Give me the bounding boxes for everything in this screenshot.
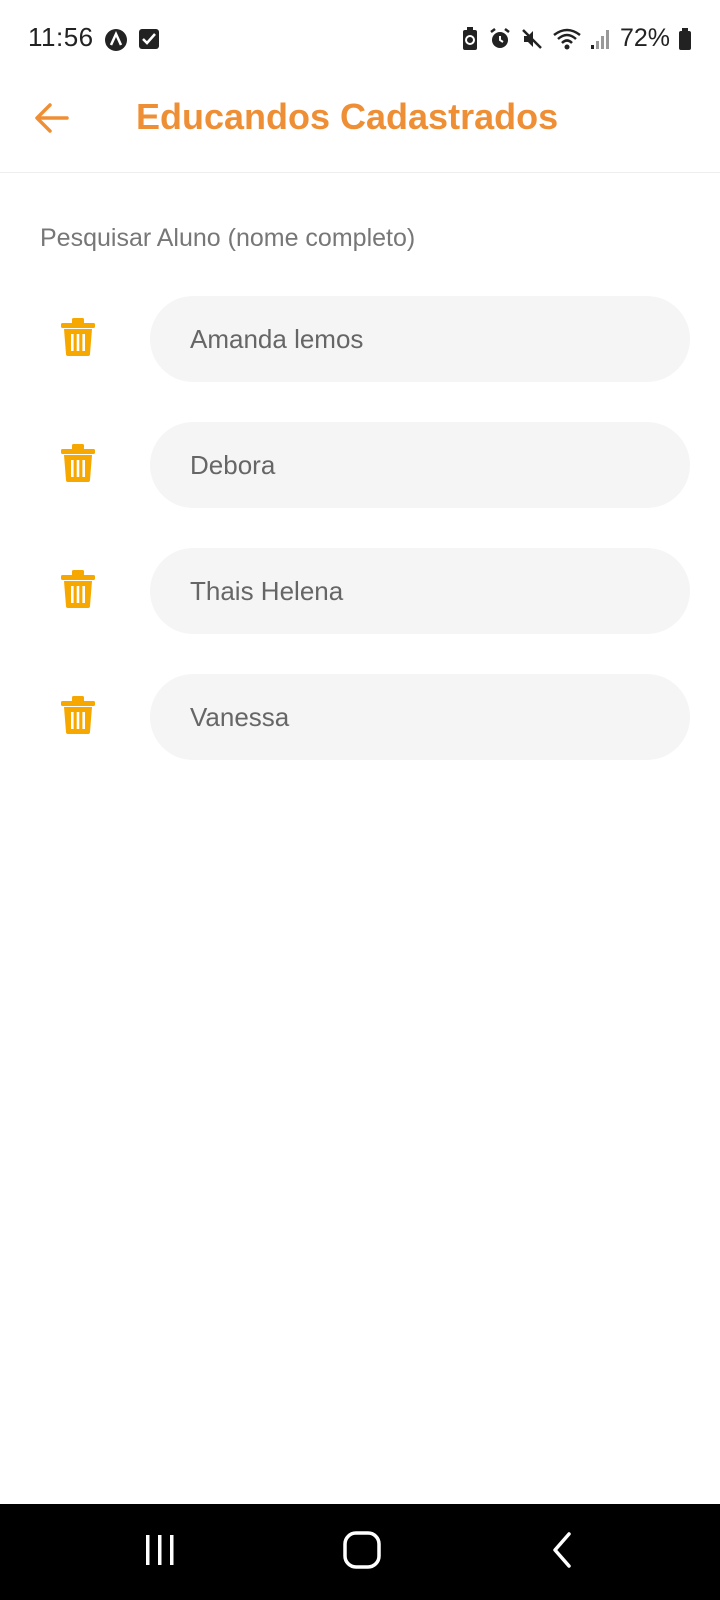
search-label: Pesquisar Aluno (nome completo) <box>40 224 416 252</box>
navigation-bar <box>0 1504 720 1600</box>
home-icon <box>342 1530 382 1575</box>
student-name: Vanessa <box>190 701 290 732</box>
list-item: Debora <box>0 422 720 508</box>
back-icon <box>547 1530 577 1575</box>
student-name-field[interactable]: Thais Helena <box>150 548 690 634</box>
trash-icon <box>60 569 96 614</box>
student-name-field[interactable]: Vanessa <box>150 674 690 760</box>
signal-icon <box>590 27 610 51</box>
student-name: Thais Helena <box>190 575 344 606</box>
nav-back-button[interactable] <box>538 1528 586 1576</box>
student-name-field[interactable]: Amanda lemos <box>150 296 690 382</box>
app-bar: Educandos Cadastrados <box>0 80 720 173</box>
wifi-icon <box>552 27 582 51</box>
status-right-icons: 72% <box>460 24 692 53</box>
delete-button[interactable] <box>56 695 100 739</box>
trash-icon <box>60 695 96 740</box>
delete-button[interactable] <box>56 443 100 487</box>
arrow-left-icon <box>34 102 70 139</box>
page-title: Educandos Cadastrados <box>136 96 559 137</box>
list-item: Vanessa <box>0 674 720 760</box>
screen: 11:56 72% Educandos Cadastrados Pesquisa… <box>0 0 720 1600</box>
student-name: Amanda lemos <box>190 323 364 354</box>
status-time: 11:56 <box>28 22 94 52</box>
checkbox-notification-icon <box>138 28 160 57</box>
alarm-icon <box>488 27 512 51</box>
mute-icon <box>520 27 544 51</box>
status-bar: 11:56 72% <box>0 0 720 80</box>
trash-icon <box>60 443 96 488</box>
battery-percent: 72% <box>619 24 670 52</box>
home-button[interactable] <box>338 1528 386 1576</box>
student-name: Debora <box>190 449 276 480</box>
trash-icon <box>60 317 96 362</box>
battery-saver-icon <box>460 26 480 52</box>
delete-button[interactable] <box>56 569 100 613</box>
back-button[interactable] <box>28 96 76 144</box>
status-left-icons <box>104 28 160 57</box>
recent-apps-button[interactable] <box>136 1528 184 1576</box>
list-item: Thais Helena <box>0 548 720 634</box>
delete-button[interactable] <box>56 317 100 361</box>
student-name-field[interactable]: Debora <box>150 422 690 508</box>
recent-apps-icon <box>142 1533 178 1572</box>
app-notification-icon <box>104 28 128 57</box>
list-item: Amanda lemos <box>0 296 720 382</box>
battery-icon <box>678 27 692 51</box>
